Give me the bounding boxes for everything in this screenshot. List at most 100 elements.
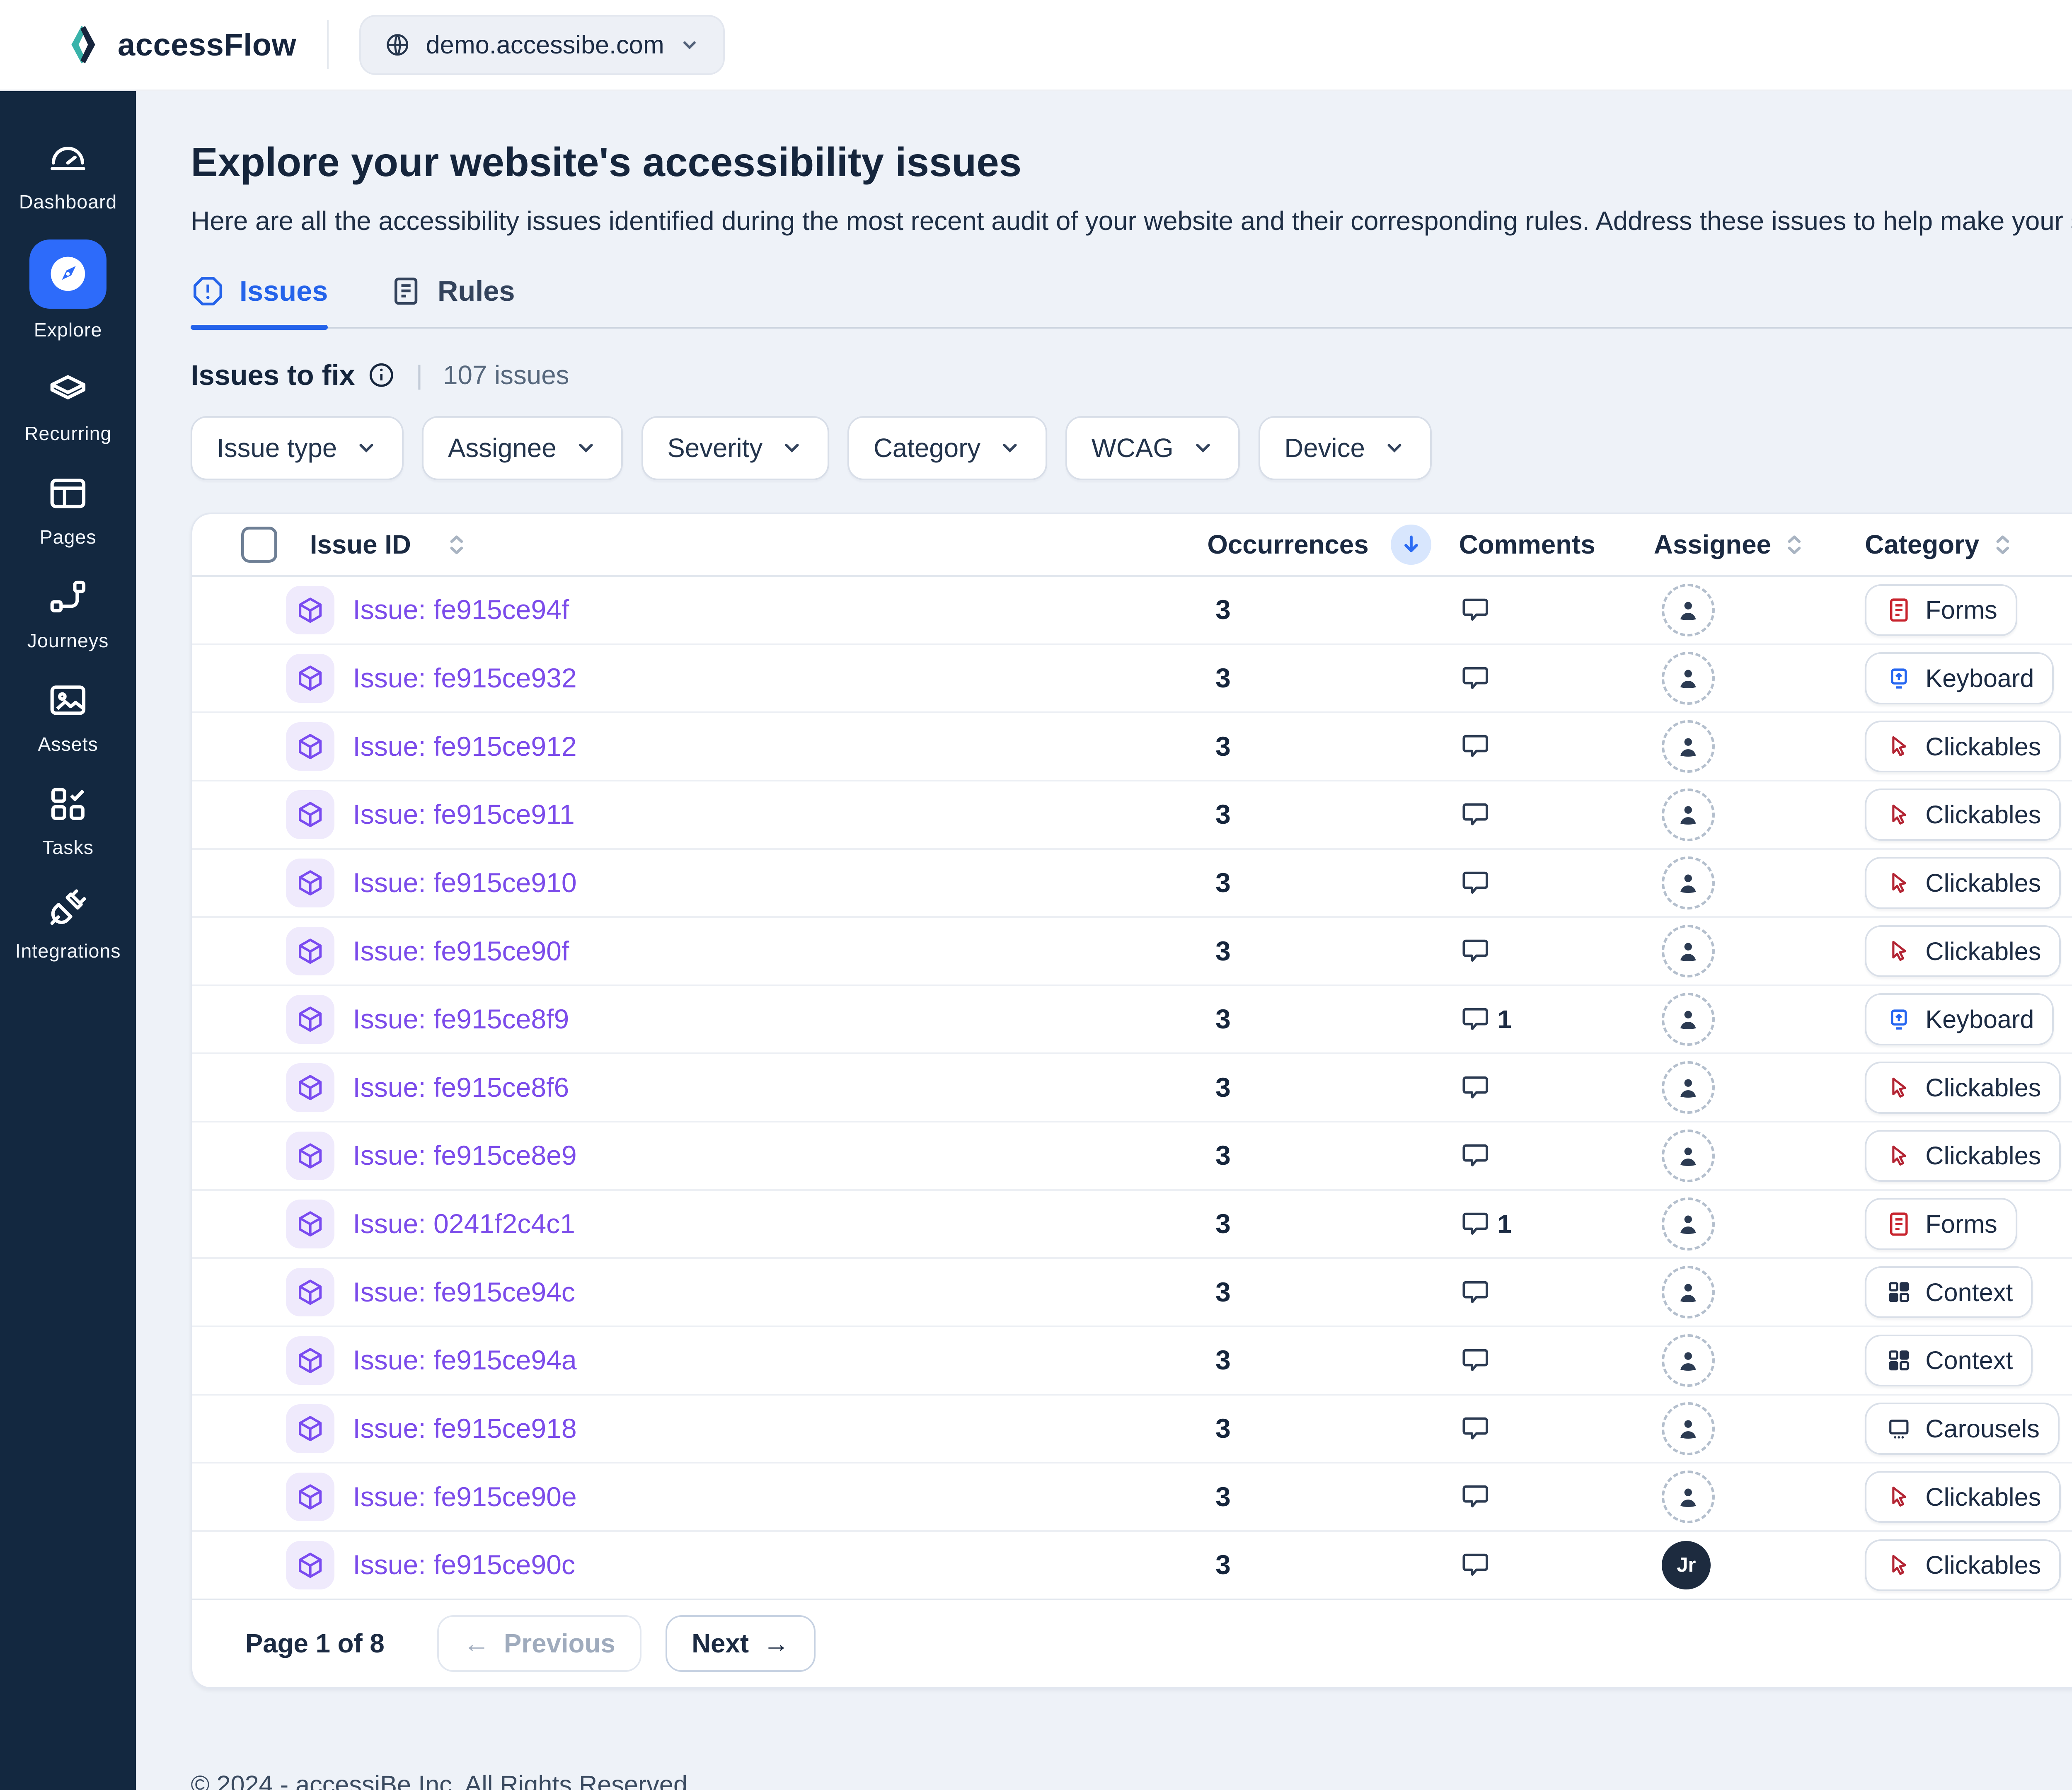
table-row[interactable]: Issue: fe915ce9113ClickablesExtremeLevel… xyxy=(192,781,2072,850)
issue-link[interactable]: Issue: fe915ce8e9 xyxy=(353,1140,576,1171)
table-row[interactable]: Issue: fe915ce9103ClickablesExtremeLevel… xyxy=(192,850,2072,918)
unassigned-person-icon[interactable] xyxy=(1662,1130,1714,1182)
table-row[interactable]: Issue: fe915ce9183CarouselsHighLevel ACa… xyxy=(192,1396,2072,1464)
sidebar-item-dashboard[interactable]: Dashboard xyxy=(0,132,136,217)
tab-rules[interactable]: Rules xyxy=(389,274,515,327)
chevron-down-icon xyxy=(781,437,803,459)
column-header-comments[interactable]: Comments xyxy=(1459,530,1654,560)
table-row[interactable]: Issue: fe915ce8e93ClickablesExtremeLevel… xyxy=(192,1122,2072,1191)
issue-link[interactable]: Issue: fe915ce8f6 xyxy=(353,1072,569,1103)
sort-icon[interactable] xyxy=(1990,532,2016,558)
filter-assignee[interactable]: Assignee xyxy=(422,416,623,480)
previous-page-button[interactable]: ← Previous xyxy=(437,1615,641,1672)
table-row[interactable]: Issue: fe915ce90f3ClickablesExtremeLevel… xyxy=(192,918,2072,986)
filter-issue-type[interactable]: Issue type xyxy=(191,416,404,480)
issue-link[interactable]: Issue: fe915ce90c xyxy=(353,1549,575,1581)
column-header-assignee[interactable]: Assignee xyxy=(1654,530,1865,560)
table-row[interactable]: Issue: fe915ce94c3ContextHighLevel AMain… xyxy=(192,1259,2072,1327)
issue-link[interactable]: Issue: fe915ce910 xyxy=(353,867,576,899)
sidebar-item-explore[interactable]: Explore xyxy=(0,235,136,345)
unassigned-person-icon[interactable] xyxy=(1662,1334,1714,1387)
unassigned-person-icon[interactable] xyxy=(1662,993,1714,1045)
unassigned-person-icon[interactable] xyxy=(1662,789,1714,841)
domain-selector[interactable]: demo.accessibe.com xyxy=(359,15,725,75)
sort-icon[interactable] xyxy=(1781,532,1808,558)
comment-icon[interactable] xyxy=(1459,1413,1491,1445)
comment-icon[interactable] xyxy=(1459,935,1491,967)
comment-icon[interactable] xyxy=(1459,1208,1491,1240)
comment-icon[interactable] xyxy=(1459,594,1491,626)
comment-icon[interactable] xyxy=(1459,1139,1491,1172)
next-page-button[interactable]: Next → xyxy=(666,1615,815,1672)
issue-link[interactable]: Issue: fe915ce912 xyxy=(353,731,576,762)
unassigned-person-icon[interactable] xyxy=(1662,1402,1714,1455)
sort-desc-icon[interactable] xyxy=(1391,525,1431,565)
column-header-occurrences[interactable]: Occurrences xyxy=(1207,525,1459,565)
sidebar-item-assets[interactable]: Assets xyxy=(0,674,136,760)
comment-icon[interactable] xyxy=(1459,1276,1491,1309)
column-header-category[interactable]: Category xyxy=(1865,530,2072,560)
keyboard-icon xyxy=(1885,664,1913,693)
filter-device[interactable]: Device xyxy=(1259,416,1432,480)
issue-link[interactable]: Issue: fe915ce918 xyxy=(353,1413,576,1444)
issue-link[interactable]: Issue: 0241f2c4c1 xyxy=(353,1208,575,1240)
comment-icon[interactable] xyxy=(1459,730,1491,762)
table-row[interactable]: Issue: fe915ce9323KeyboardExtremeLevel A… xyxy=(192,645,2072,714)
comment-icon[interactable] xyxy=(1459,1344,1491,1376)
comment-icon[interactable] xyxy=(1459,1072,1491,1104)
chevron-down-icon xyxy=(575,437,597,459)
filter-category[interactable]: Category xyxy=(847,416,1047,480)
comment-icon[interactable] xyxy=(1459,1480,1491,1513)
integrations-icon xyxy=(46,885,90,930)
comment-icon[interactable] xyxy=(1459,867,1491,899)
issue-link[interactable]: Issue: fe915ce8f9 xyxy=(353,1004,569,1035)
category-badge: Carousels xyxy=(1865,1403,2060,1455)
select-all-checkbox[interactable] xyxy=(241,527,277,563)
issue-link[interactable]: Issue: fe915ce94f xyxy=(353,594,569,626)
unassigned-person-icon[interactable] xyxy=(1662,652,1714,704)
brand-logo[interactable]: accessFlow xyxy=(67,20,296,69)
page-footer: © 2024 - accessiBe Inc. All Rights Reser… xyxy=(191,1770,2072,1790)
sidebar-item-tasks[interactable]: Tasks xyxy=(0,777,136,863)
table-row[interactable]: Issue: 0241f2c4c131FormsExtremeLevel AFi… xyxy=(192,1191,2072,1259)
alert-octagon-icon xyxy=(191,274,225,308)
comment-icon[interactable] xyxy=(1459,798,1491,831)
filter-wcag[interactable]: WCAG xyxy=(1065,416,1240,480)
filter-severity[interactable]: Severity xyxy=(641,416,829,480)
unassigned-person-icon[interactable] xyxy=(1662,1061,1714,1114)
info-icon[interactable] xyxy=(367,361,396,389)
sidebar-item-integrations[interactable]: Integrations xyxy=(0,881,136,966)
comment-icon[interactable] xyxy=(1459,662,1491,694)
clickables-icon xyxy=(1885,801,1913,829)
table-row[interactable]: Issue: fe915ce94a3ContextHighLevel ASale… xyxy=(192,1327,2072,1396)
sort-icon[interactable] xyxy=(443,532,470,558)
table-row[interactable]: Issue: fe915ce90c3JrClickablesHighLevel … xyxy=(192,1532,2072,1600)
unassigned-person-icon[interactable] xyxy=(1662,720,1714,773)
unassigned-person-icon[interactable] xyxy=(1662,1266,1714,1318)
issue-link[interactable]: Issue: fe915ce90e xyxy=(353,1481,576,1513)
table-row[interactable]: Issue: fe915ce9123ClickablesExtremeLevel… xyxy=(192,713,2072,781)
issue-link[interactable]: Issue: fe915ce94c xyxy=(353,1277,575,1308)
unassigned-person-icon[interactable] xyxy=(1662,1471,1714,1523)
tab-issues[interactable]: Issues xyxy=(191,274,328,327)
issue-link[interactable]: Issue: fe915ce94a xyxy=(353,1345,576,1376)
occurrences-value: 3 xyxy=(1207,867,1459,899)
table-row[interactable]: Issue: fe915ce90e3ClickablesHighLevel AL… xyxy=(192,1463,2072,1532)
comment-icon[interactable] xyxy=(1459,1003,1491,1035)
unassigned-person-icon[interactable] xyxy=(1662,584,1714,636)
comment-icon[interactable] xyxy=(1459,1549,1491,1581)
sidebar-item-journeys[interactable]: Journeys xyxy=(0,571,136,656)
column-header-issue-id[interactable]: Issue ID xyxy=(192,527,1207,563)
table-row[interactable]: Issue: fe915ce94f3FormsExtremeLevel AFie… xyxy=(192,577,2072,645)
unassigned-person-icon[interactable] xyxy=(1662,856,1714,909)
issue-link[interactable]: Issue: fe915ce911 xyxy=(353,799,574,830)
unassigned-person-icon[interactable] xyxy=(1662,1197,1714,1250)
issue-link[interactable]: Issue: fe915ce932 xyxy=(353,663,576,694)
sidebar-item-recurring[interactable]: Recurring xyxy=(0,363,136,449)
sidebar-item-pages[interactable]: Pages xyxy=(0,467,136,552)
issue-link[interactable]: Issue: fe915ce90f xyxy=(353,936,569,967)
table-row[interactable]: Issue: fe915ce8f931KeyboardExtremeLevel … xyxy=(192,986,2072,1055)
assignee-avatar[interactable]: Jr xyxy=(1662,1541,1711,1590)
unassigned-person-icon[interactable] xyxy=(1662,925,1714,977)
table-row[interactable]: Issue: fe915ce8f63ClickablesExtremeLevel… xyxy=(192,1054,2072,1122)
